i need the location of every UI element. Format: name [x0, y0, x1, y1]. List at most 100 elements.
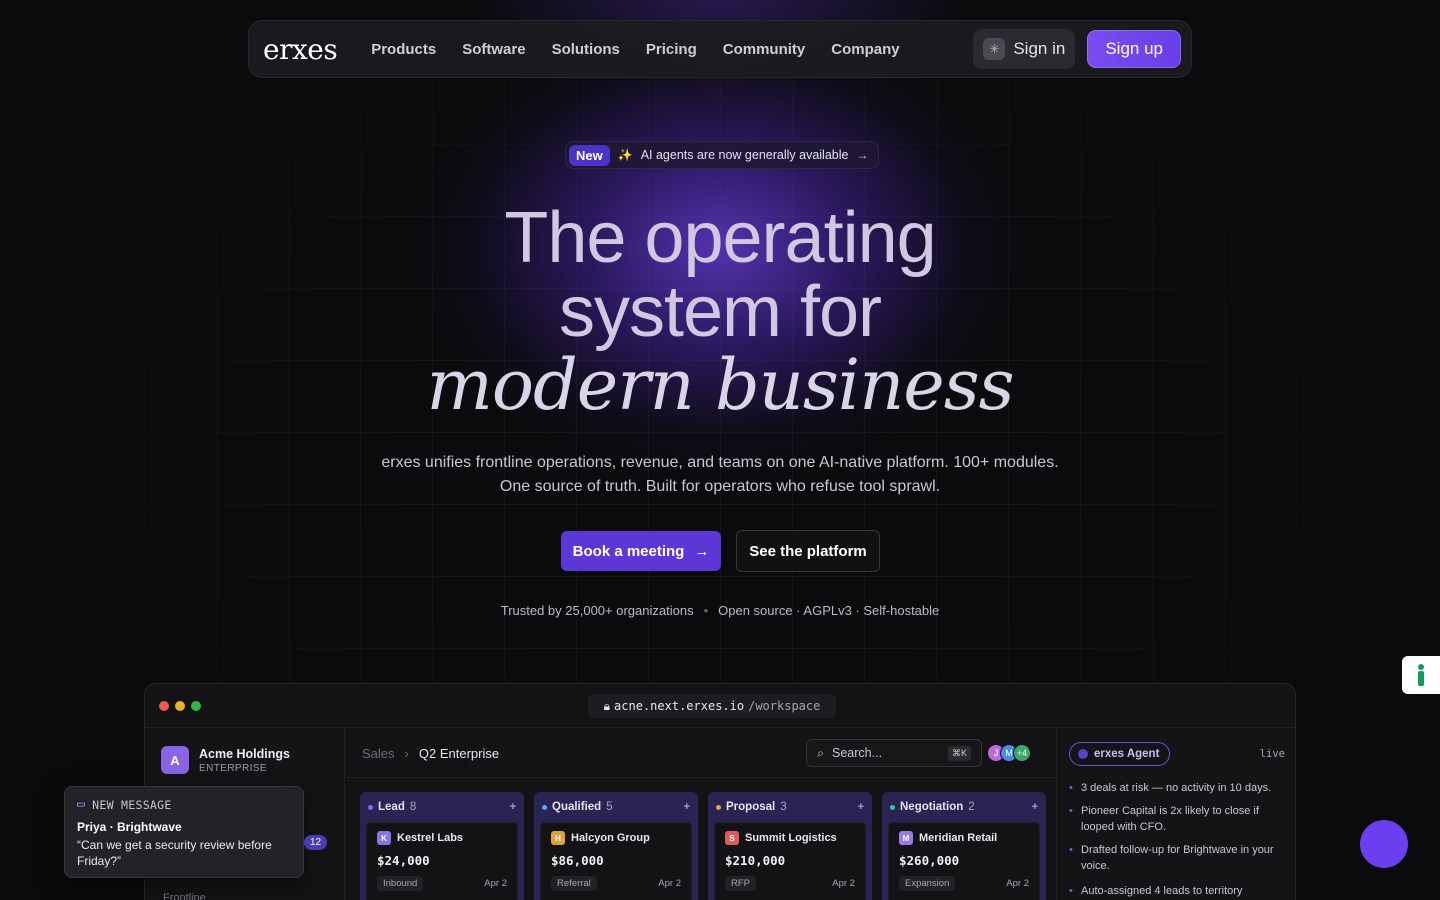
pipeline-column: Lead 8 + K Kestrel Labs $24,000 Inbound …	[360, 792, 524, 900]
deal-meta: Referral Apr 2	[551, 876, 681, 891]
company-logo: M	[899, 831, 913, 845]
maximize-dot[interactable]	[191, 701, 201, 711]
trust-organizations: Trusted by 25,000+ organizations	[500, 603, 694, 618]
see-platform-button[interactable]: See the platform	[736, 530, 880, 572]
chevron-right-icon: ›	[404, 746, 409, 761]
erxes-logo[interactable]: erxes	[263, 33, 338, 66]
deal-card[interactable]: S Summit Logistics $210,000 RFP Apr 2	[714, 822, 866, 900]
url-bar[interactable]: 🔒︎ acne.next.erxes.io /workspace	[588, 694, 836, 718]
add-deal-icon[interactable]: +	[510, 801, 516, 813]
pipeline-column: Qualified 5 + H Halcyon Group $86,000 Re…	[534, 792, 698, 900]
add-deal-icon[interactable]: +	[684, 801, 690, 813]
breadcrumb-current: Q2 Enterprise	[418, 746, 500, 761]
deal-date: Apr 2	[1006, 878, 1029, 889]
column-header: Qualified 5 +	[540, 798, 692, 816]
search-placeholder: Search...	[832, 746, 883, 760]
add-deal-icon[interactable]: +	[858, 801, 864, 813]
add-deal-icon[interactable]: +	[1032, 801, 1038, 813]
minimize-dot[interactable]	[175, 701, 185, 711]
agent-insight: Pioneer Capital is 2x likely to close if…	[1069, 803, 1287, 835]
erxes-agent-pill[interactable]: erxes Agent	[1069, 742, 1171, 766]
org-name: Acme Holdings	[199, 746, 290, 761]
close-dot[interactable]	[159, 701, 169, 711]
breadcrumb-sales[interactable]: Sales	[362, 746, 395, 761]
deal-company: S Summit Logistics	[725, 831, 855, 845]
nav-link-solutions[interactable]: Solutions	[552, 41, 620, 58]
book-meeting-button[interactable]: Book a meeting →	[561, 531, 721, 571]
sidebar-item-frontline[interactable]: Frontline	[163, 892, 206, 900]
agent-label: erxes Agent	[1094, 748, 1160, 760]
collaborator-avatars[interactable]: J M +4	[987, 744, 1031, 762]
org-switcher[interactable]: A Acme Holdings ENTERPRISE	[161, 746, 290, 774]
column-name: Negotiation	[900, 801, 964, 813]
fingerprint-icon: ✳	[983, 38, 1006, 60]
deal-card[interactable]: M Meridian Retail $260,000 Expansion Apr…	[888, 822, 1040, 900]
nav-links: Products Software Solutions Pricing Comm…	[371, 41, 973, 58]
hero-title-line-1: The operating	[504, 198, 936, 278]
search-input[interactable]: ⌕ Search... ⌘K	[806, 739, 982, 767]
toast-message: “Can we get a security review before Fri…	[77, 838, 272, 868]
column-header: Lead 8 +	[366, 798, 518, 816]
column-count: 5	[606, 801, 613, 813]
agent-icon	[1078, 749, 1088, 759]
agent-insight: 3 deals at risk — no activity in 10 days…	[1069, 780, 1287, 796]
accessibility-tab[interactable]	[1402, 656, 1440, 694]
deal-amount: $260,000	[899, 853, 960, 868]
pipeline-column: Proposal 3 + S Summit Logistics $210,000…	[708, 792, 872, 900]
book-meeting-label: Book a meeting	[572, 542, 685, 560]
deal-date: Apr 2	[658, 878, 681, 889]
deal-card[interactable]: H Halcyon Group $86,000 Referral Apr 2	[540, 822, 692, 900]
org-avatar: A	[161, 746, 189, 774]
agent-panel: erxes Agent live 3 deals at risk — no ac…	[1056, 728, 1295, 900]
column-name: Lead	[378, 801, 405, 813]
deal-tag: RFP	[725, 876, 756, 891]
nav-link-software[interactable]: Software	[462, 41, 525, 58]
url-host: acne.next.erxes.io	[614, 699, 745, 713]
accessibility-icon	[1418, 664, 1424, 686]
column-count: 8	[409, 801, 417, 813]
divider	[346, 777, 1056, 778]
arrow-right-icon: →	[694, 542, 710, 560]
nav-link-community[interactable]: Community	[723, 41, 806, 58]
column-header: Proposal 3 +	[714, 798, 866, 816]
deal-date: Apr 2	[832, 878, 855, 889]
url-path: /workspace	[748, 699, 821, 713]
search-shortcut: ⌘K	[947, 745, 971, 761]
stage-dot	[542, 804, 547, 810]
deal-company: H Halcyon Group	[551, 831, 681, 845]
trust-open-source: Open source · AGPLv3 · Self-hostable	[718, 603, 940, 618]
announcement-text: AI agents are now generally available	[640, 148, 849, 162]
nav-link-company[interactable]: Company	[831, 41, 899, 58]
hero-title-line-3: modern business	[426, 344, 1014, 426]
nav-link-pricing[interactable]: Pricing	[646, 41, 697, 58]
column-name: Qualified	[552, 801, 602, 813]
deal-amount: $210,000	[725, 853, 786, 868]
pipeline-board: Lead 8 + K Kestrel Labs $24,000 Inbound …	[360, 792, 1046, 900]
deal-meta: RFP Apr 2	[725, 876, 855, 891]
arrow-right-icon: →	[856, 148, 869, 162]
new-tag: New	[569, 144, 610, 166]
toast-title: NEW MESSAGE	[92, 797, 172, 812]
deal-tag: Referral	[551, 876, 597, 891]
unread-count-badge: 12	[304, 835, 328, 850]
company-logo: S	[725, 831, 739, 845]
chat-launcher-button[interactable]	[1360, 820, 1408, 868]
column-count: 2	[968, 801, 975, 813]
toast-sender: Priya · Brightwave	[77, 820, 182, 834]
announcement-badge[interactable]: New ✨ AI agents are now generally availa…	[565, 141, 880, 169]
deal-meta: Inbound Apr 2	[377, 876, 507, 891]
new-message-toast[interactable]: ▭ NEW MESSAGE Priya · Brightwave “Can we…	[64, 786, 304, 878]
deal-date: Apr 2	[484, 878, 507, 889]
window-controls	[159, 701, 201, 711]
column-name: Proposal	[726, 801, 776, 813]
app-main: Sales › Q2 Enterprise ⌕ Search... ⌘K J M…	[346, 728, 1056, 900]
deal-card[interactable]: K Kestrel Labs $24,000 Inbound Apr 2	[366, 822, 518, 900]
window-titlebar: 🔒︎ acne.next.erxes.io /workspace	[145, 684, 1295, 728]
nav-link-products[interactable]: Products	[371, 41, 436, 58]
sign-up-button[interactable]: Sign up	[1087, 30, 1181, 68]
sign-in-button[interactable]: ✳ Sign in	[973, 29, 1076, 69]
company-name: Halcyon Group	[571, 832, 650, 844]
app-preview-window: 🔒︎ acne.next.erxes.io /workspace A Acme …	[144, 683, 1296, 900]
company-name: Kestrel Labs	[397, 832, 464, 844]
deal-tag: Expansion	[899, 876, 956, 891]
